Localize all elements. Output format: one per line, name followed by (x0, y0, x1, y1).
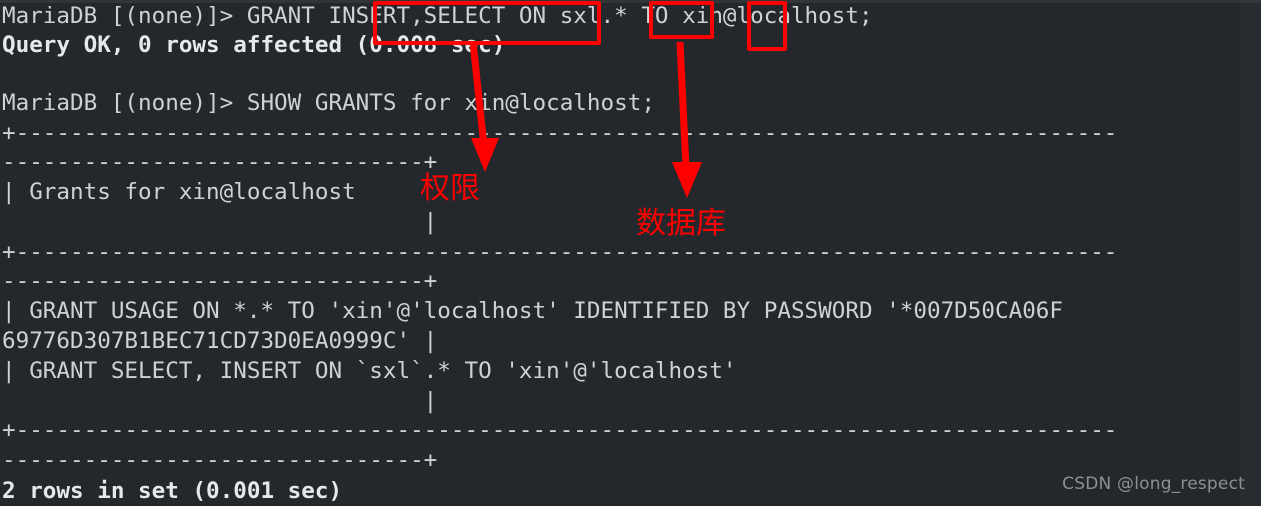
database-arrow-icon (672, 41, 702, 198)
terminal-line: | Grants for xin@localhost (2, 179, 356, 205)
terminal-line: MariaDB [(none)]> SHOW GRANTS for xin@lo… (2, 90, 655, 116)
terminal-line: -------------------------------+ (2, 447, 438, 473)
terminal-line: -------------------------------+ (2, 268, 438, 294)
privileges-arrow-icon (469, 41, 499, 172)
privileges-highlight-box (373, 1, 601, 45)
terminal-line: -------------------------------+ (2, 149, 438, 175)
terminal-line: | GRANT SELECT, INSERT ON `sxl`.* TO 'xi… (2, 358, 737, 384)
database-label: 数据库 (636, 206, 726, 241)
terminal-line: | (2, 388, 438, 414)
privileges-label: 权限 (420, 171, 480, 206)
to-keyword-highlight-box (747, 1, 787, 51)
terminal-screenshot: MariaDB [(none)]> GRANT INSERT,SELECT ON… (0, 0, 1261, 506)
terminal-right-margin (1240, 0, 1261, 506)
csdn-watermark: CSDN @long_respect (1062, 474, 1245, 494)
terminal-line: +---------------------------------------… (2, 120, 1118, 146)
terminal-line: | GRANT USAGE ON *.* TO 'xin'@'localhost… (2, 298, 1064, 324)
terminal-line: +---------------------------------------… (2, 417, 1118, 443)
terminal-line: +---------------------------------------… (2, 239, 1118, 265)
terminal-line: 69776D307B1BEC71CD73D0EA0999C' | (2, 328, 438, 354)
terminal-line: | (2, 209, 438, 235)
terminal-line: 2 rows in set (0.001 sec) (2, 478, 343, 504)
database-highlight-box (649, 1, 714, 39)
